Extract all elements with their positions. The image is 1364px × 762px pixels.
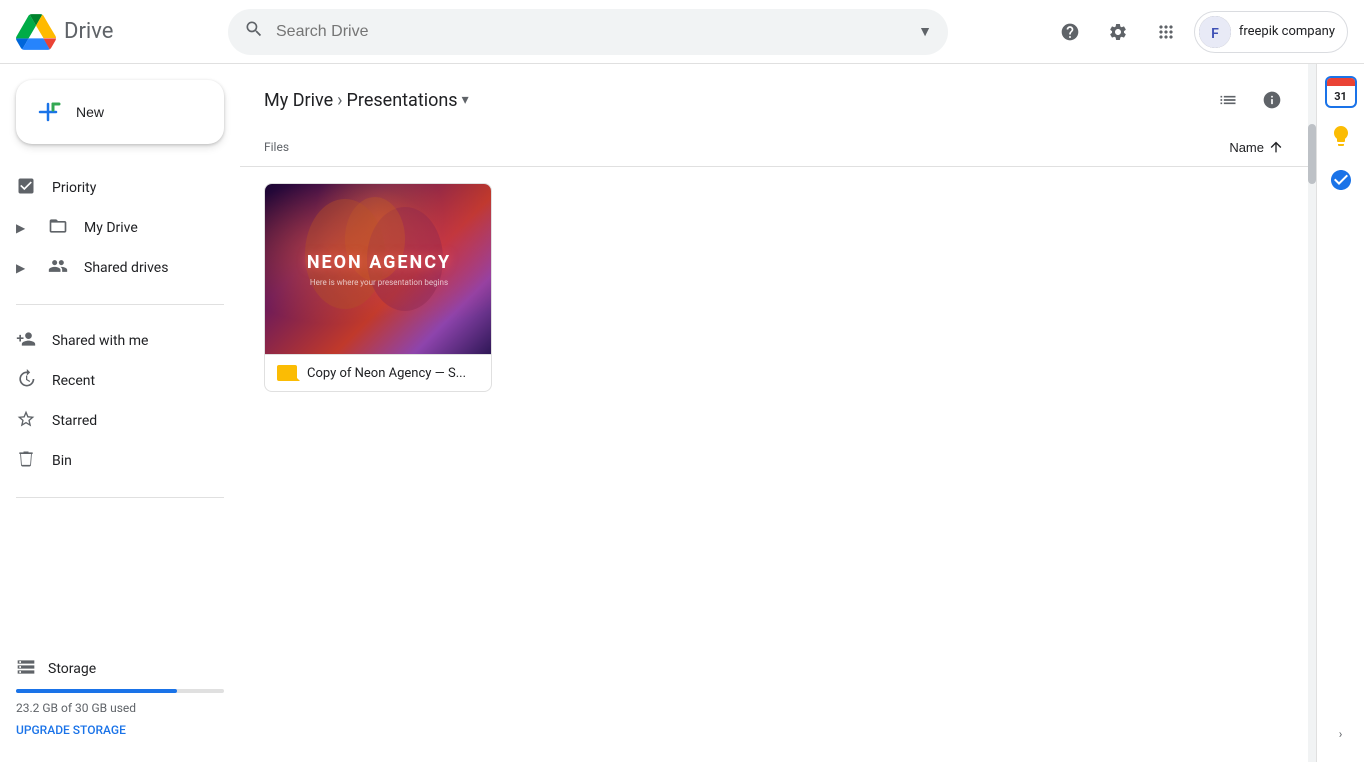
- upgrade-storage-link[interactable]: UPGRADE STORAGE: [16, 723, 126, 737]
- user-brand-logo: F: [1199, 16, 1231, 48]
- content-toolbar: Files Name: [240, 128, 1316, 167]
- recent-icon: [16, 369, 36, 394]
- breadcrumb-parent[interactable]: My Drive: [264, 90, 333, 111]
- sort-label: Name: [1229, 140, 1264, 155]
- slides-icon: [277, 365, 297, 381]
- topbar: Drive ▼: [0, 0, 1364, 64]
- nav-divider-1: [16, 304, 224, 305]
- far-right-panel: 31 ›: [1316, 64, 1364, 762]
- expand-right-button[interactable]: ›: [1331, 714, 1351, 754]
- keep-widget-button[interactable]: [1321, 116, 1361, 156]
- expand-panel: ›: [1331, 714, 1351, 762]
- search-icon: [244, 19, 264, 44]
- sidebar-item-priority[interactable]: Priority: [0, 168, 224, 208]
- storage-icon: [16, 657, 36, 681]
- settings-button[interactable]: [1098, 12, 1138, 52]
- bin-icon: [16, 449, 36, 474]
- google-drive-logo: [16, 12, 56, 52]
- expand-icon2: ▶: [16, 261, 32, 275]
- sidebar-item-shared-drives-label: Shared drives: [84, 260, 168, 276]
- sidebar-item-starred-label: Starred: [52, 413, 97, 429]
- toolbar-right: Name: [1221, 135, 1292, 159]
- file-card[interactable]: NEON AGENCY Here is where your presentat…: [264, 183, 492, 392]
- calendar-widget-button[interactable]: 31: [1321, 72, 1361, 112]
- breadcrumb-current[interactable]: Presentations ▾: [347, 90, 469, 111]
- topbar-actions: F freepik company: [1050, 11, 1348, 53]
- neon-thumbnail: NEON AGENCY Here is where your presentat…: [265, 184, 492, 354]
- shared-with-me-icon: [16, 329, 36, 354]
- main-layout: New Priority ▶ My Drive: [0, 64, 1364, 762]
- content: My Drive › Presentations ▾: [240, 64, 1316, 762]
- breadcrumb-current-text: Presentations: [347, 90, 458, 111]
- shared-drives-icon: [48, 256, 68, 281]
- info-button[interactable]: [1252, 80, 1292, 120]
- new-button[interactable]: New: [16, 80, 224, 144]
- user-brand-name: freepik company: [1239, 24, 1335, 39]
- file-name: Copy of Neon Agency — S...: [307, 366, 466, 381]
- scrollbar-track: [1308, 64, 1316, 762]
- files-label: Files: [264, 132, 289, 162]
- storage-bar-bg: [16, 689, 224, 693]
- app-title: Drive: [64, 19, 113, 44]
- file-thumbnail: NEON AGENCY Here is where your presentat…: [265, 184, 492, 354]
- breadcrumb: My Drive › Presentations ▾: [240, 64, 1316, 128]
- new-plus-icon: [32, 96, 64, 128]
- neon-title: NEON AGENCY: [307, 251, 451, 274]
- user-account[interactable]: F freepik company: [1194, 11, 1348, 53]
- nav-section-main: Priority ▶ My Drive ▶: [0, 168, 240, 288]
- sidebar-item-bin[interactable]: Bin: [0, 441, 224, 481]
- sidebar-item-shared-with-me[interactable]: Shared with me: [0, 321, 224, 361]
- breadcrumb-separator: ›: [337, 90, 342, 111]
- tasks-widget-button[interactable]: [1321, 160, 1361, 200]
- breadcrumb-dropdown-icon: ▾: [462, 92, 469, 108]
- storage-label: Storage: [48, 661, 96, 677]
- svg-text:F: F: [1211, 26, 1219, 42]
- sidebar-item-starred[interactable]: Starred: [0, 401, 224, 441]
- my-drive-icon: [48, 216, 68, 241]
- sidebar-item-shared-drives[interactable]: ▶ Shared drives: [0, 248, 224, 288]
- help-button[interactable]: [1050, 12, 1090, 52]
- list-view-button[interactable]: [1208, 80, 1248, 120]
- sidebar-item-recent[interactable]: Recent: [0, 361, 224, 401]
- search-dropdown-icon[interactable]: ▼: [918, 23, 932, 40]
- new-button-label: New: [76, 104, 104, 120]
- nav-section-secondary: Shared with me Recent Starred: [0, 321, 240, 481]
- search-bar[interactable]: ▼: [228, 9, 948, 55]
- expand-icon: ▶: [16, 221, 32, 235]
- file-grid: NEON AGENCY Here is where your presentat…: [240, 167, 1316, 762]
- neon-subtitle: Here is where your presentation begins: [310, 278, 448, 287]
- logo-area: Drive: [16, 12, 216, 52]
- storage-bar-fill: [16, 689, 177, 693]
- sidebar: New Priority ▶ My Drive: [0, 64, 240, 762]
- storage-section: Storage 23.2 GB of 30 GB used UPGRADE ST…: [0, 641, 240, 754]
- content-area: My Drive › Presentations ▾: [240, 64, 1316, 762]
- sidebar-item-bin-label: Bin: [52, 453, 72, 469]
- priority-icon: [16, 176, 36, 201]
- nav-divider-2: [16, 497, 224, 498]
- search-input[interactable]: [276, 23, 906, 41]
- sidebar-item-my-drive-label: My Drive: [84, 220, 138, 236]
- storage-used-text: 23.2 GB of 30 GB used: [16, 701, 224, 715]
- sidebar-item-my-drive[interactable]: ▶ My Drive: [0, 208, 224, 248]
- sidebar-item-shared-with-me-label: Shared with me: [52, 333, 148, 349]
- starred-icon: [16, 409, 36, 434]
- apps-button[interactable]: [1146, 12, 1186, 52]
- sort-button[interactable]: Name: [1221, 135, 1292, 159]
- file-info: Copy of Neon Agency — S...: [265, 354, 491, 391]
- scrollbar-thumb[interactable]: [1308, 124, 1316, 184]
- sidebar-item-recent-label: Recent: [52, 373, 95, 389]
- sidebar-item-priority-label: Priority: [52, 180, 96, 196]
